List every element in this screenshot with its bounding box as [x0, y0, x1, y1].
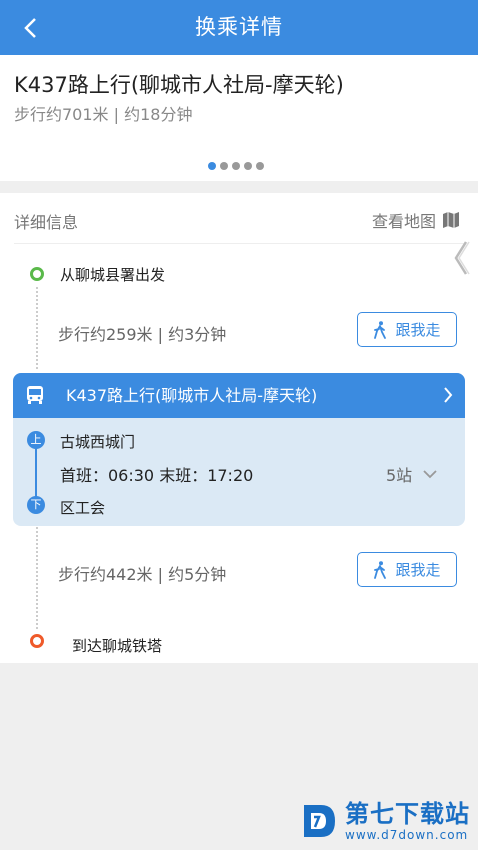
- pager-dot[interactable]: [256, 162, 264, 170]
- walk-segment-1: 步行约259米 | 约3分钟: [58, 325, 227, 344]
- watermark-name: 第七下载站: [345, 800, 470, 828]
- detail-card: 详细信息 查看地图 从聊城县署出发 步行约259米 | 约3分钟 跟我走 K43…: [0, 193, 478, 663]
- bus-schedule: 首班：06:30 末班：17:20: [60, 466, 254, 485]
- map-icon: [443, 212, 459, 228]
- pager-dot[interactable]: [232, 162, 240, 170]
- end-location: 到达聊城铁塔: [72, 637, 163, 655]
- route-summary: 步行约701米 | 约18分钟: [14, 105, 193, 124]
- follow-me-button-2[interactable]: 跟我走: [357, 552, 457, 587]
- follow-me-button-1[interactable]: 跟我走: [357, 312, 457, 347]
- start-location: 从聊城县署出发: [60, 266, 166, 284]
- view-map-link[interactable]: 查看地图: [372, 208, 460, 232]
- route-summary-card[interactable]: K437路上行(聊城市人社局-摩天轮) 步行约701米 | 约18分钟: [0, 55, 478, 181]
- stations-toggle[interactable]: 5站: [386, 462, 438, 486]
- route-title: K437路上行(聊城市人社局-摩天轮): [14, 73, 344, 97]
- page-title: 换乘详情: [195, 15, 283, 39]
- divider: [14, 243, 464, 244]
- pager-dots[interactable]: [208, 162, 264, 170]
- follow-me-label: 跟我走: [395, 561, 441, 579]
- watermark: 第七下载站 www.d7down.com: [301, 800, 470, 842]
- pager-dot[interactable]: [220, 162, 228, 170]
- bus-line-header[interactable]: K437路上行(聊城市人社局-摩天轮): [13, 373, 465, 418]
- watermark-url: www.d7down.com: [345, 828, 469, 842]
- bus-line-name: K437路上行(聊城市人社局-摩天轮): [66, 386, 318, 405]
- follow-me-label: 跟我走: [395, 321, 441, 339]
- bus-segment-card: K437路上行(聊城市人社局-摩天轮) 上 下 古城西城门 首班：06:30 末…: [13, 373, 465, 526]
- walking-icon: [374, 320, 387, 339]
- end-marker: [30, 634, 44, 648]
- alight-badge: 下: [27, 496, 45, 514]
- watermark-logo-icon: [304, 805, 335, 837]
- app-header: 换乘详情: [0, 0, 478, 55]
- walk-path-line: [36, 287, 38, 369]
- side-drawer-arrow-icon[interactable]: [452, 240, 470, 276]
- walking-icon: [374, 560, 387, 579]
- stations-count: 5站: [386, 466, 413, 485]
- walk-segment-2: 步行约442米 | 约5分钟: [58, 565, 227, 584]
- pager-dot[interactable]: [208, 162, 216, 170]
- view-map-label: 查看地图: [371, 212, 436, 231]
- pager-dot[interactable]: [244, 162, 252, 170]
- bus-route-line: [35, 447, 37, 499]
- board-stop: 古城西城门: [60, 433, 136, 451]
- start-marker: [30, 267, 44, 281]
- alight-stop: 区工会: [60, 499, 106, 517]
- chevron-right-icon: [444, 387, 453, 403]
- walk-path-line: [36, 527, 38, 629]
- detail-label: 详细信息: [14, 213, 79, 232]
- chevron-down-icon: [423, 470, 437, 479]
- bus-icon: [27, 386, 43, 404]
